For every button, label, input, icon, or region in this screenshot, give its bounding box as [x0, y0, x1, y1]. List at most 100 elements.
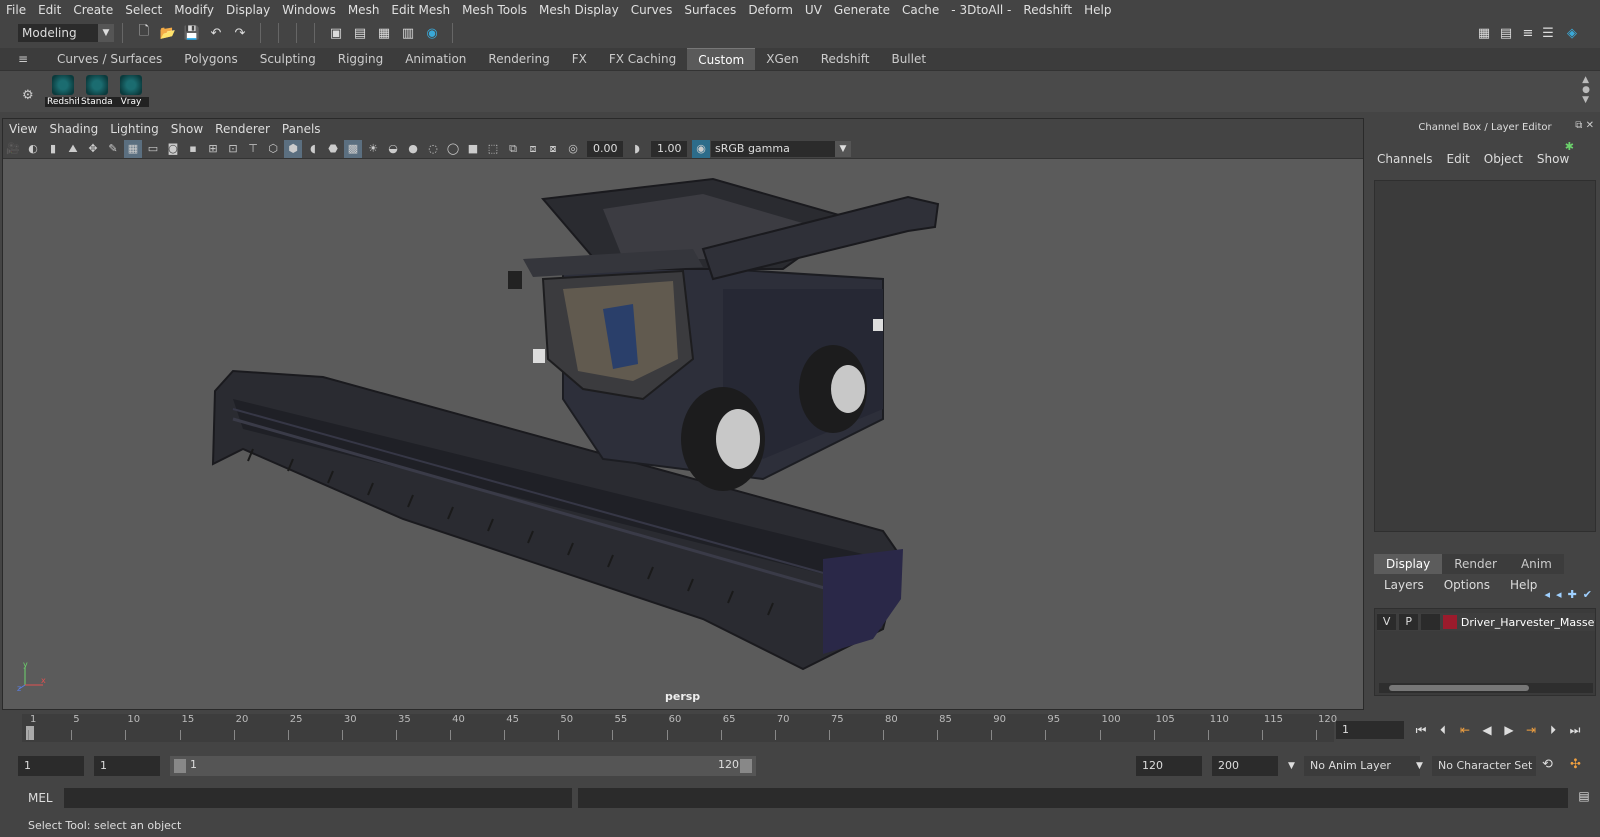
close-icon[interactable]: ✕ — [1586, 120, 1594, 131]
anim-layer-select[interactable]: No Anim Layer ▼ — [1288, 756, 1420, 776]
shelf-tab-sculpting[interactable]: Sculpting — [248, 48, 327, 70]
gear-icon[interactable]: ⚙ — [22, 88, 34, 103]
motion-blur-icon[interactable]: ◌ — [424, 140, 442, 158]
harvester-model[interactable] — [3, 159, 1363, 709]
playback-end-field[interactable]: 120 — [1136, 756, 1202, 776]
shelf-tab-redshift[interactable]: Redshift — [809, 48, 881, 70]
shelf-tab-rigging[interactable]: Rigging — [326, 48, 395, 70]
exposure-icon[interactable]: ◎ — [564, 140, 582, 158]
layer-display-type[interactable] — [1421, 614, 1441, 630]
shelf-tab-custom[interactable]: Custom — [687, 48, 756, 70]
bookmark-icon[interactable]: ▮ — [44, 140, 62, 158]
shelf-tab-rendering[interactable]: Rendering — [477, 48, 561, 70]
menu-select[interactable]: Select — [119, 3, 168, 17]
channel-menu-object[interactable]: Object — [1477, 152, 1530, 166]
layer-menu-help[interactable]: Help — [1500, 576, 1547, 594]
viewport-menu-renderer[interactable]: Renderer — [209, 122, 276, 136]
safe-action-icon[interactable]: ⊡ — [224, 140, 242, 158]
play-backwards-icon[interactable]: ◀ — [1476, 720, 1498, 740]
grease-pencil-icon[interactable]: ✎ — [104, 140, 122, 158]
character-set-select[interactable]: No Character Set ▼ — [1416, 756, 1536, 776]
menu-surfaces[interactable]: Surfaces — [678, 3, 742, 17]
menu-help[interactable]: Help — [1078, 3, 1117, 17]
menu-mesh-tools[interactable]: Mesh Tools — [456, 3, 533, 17]
viewport-menu-lighting[interactable]: Lighting — [104, 122, 165, 136]
color-space-select[interactable]: sRGB gamma ▼ — [711, 140, 851, 157]
new-layer-selected-icon[interactable]: ✔ — [1583, 588, 1592, 601]
channel-box-icon[interactable]: ◈ — [1562, 23, 1582, 43]
shadows-icon[interactable]: ◒ — [384, 140, 402, 158]
gate-mask-icon[interactable]: ▪ — [184, 140, 202, 158]
viewport-panel[interactable]: View Shading Lighting Show Renderer Panels 🎥 … — [2, 118, 1364, 710]
xray-joints-icon[interactable]: ⧈ — [524, 140, 542, 158]
animation-preferences-icon[interactable]: ✣ — [1570, 757, 1581, 772]
open-scene-icon[interactable]: 📂 — [158, 23, 178, 43]
shelf-tab-fx-caching[interactable]: FX Caching — [597, 48, 688, 70]
step-back-key-icon[interactable]: ⇤ — [1454, 720, 1476, 740]
new-layer-icon[interactable]: ✚ — [1568, 588, 1577, 601]
gamma-icon[interactable]: ◗ — [628, 140, 646, 158]
shelf-scroll-icon[interactable]: ▲ ● ▼ — [1582, 75, 1590, 105]
viewport-menu-shading[interactable]: Shading — [43, 122, 104, 136]
safe-title-icon[interactable]: ⊤ — [244, 140, 262, 158]
mel-input[interactable] — [64, 788, 572, 808]
shelf-tab-curves-surfaces[interactable]: Curves / Surfaces — [46, 48, 174, 70]
2d-pan-zoom-icon[interactable]: ✥ — [84, 140, 102, 158]
hypershade-icon[interactable]: ◉ — [422, 23, 442, 43]
axis-icon[interactable]: ✱ — [1565, 140, 1574, 153]
go-to-end-icon[interactable]: ⏭ — [1564, 720, 1586, 740]
ipr-render-icon[interactable]: ▦ — [374, 23, 394, 43]
wireframe-on-shaded-icon[interactable]: ⬣ — [324, 140, 342, 158]
use-all-lights-icon[interactable]: ☀ — [364, 140, 382, 158]
viewport-menu-panels[interactable]: Panels — [276, 122, 327, 136]
viewport-menu-view[interactable]: View — [3, 122, 43, 136]
step-back-frame-icon[interactable]: ⏴ — [1432, 720, 1454, 740]
layer-menu-options[interactable]: Options — [1434, 576, 1500, 594]
menu-display[interactable]: Display — [220, 3, 276, 17]
gamma-field[interactable]: 1.00 — [651, 140, 687, 157]
end-time-field[interactable]: 200 — [1212, 756, 1278, 776]
play-forwards-icon[interactable]: ▶ — [1498, 720, 1520, 740]
tool-settings-icon[interactable]: ▦ — [1474, 23, 1494, 43]
go-to-start-icon[interactable]: ⏮ — [1410, 720, 1432, 740]
redo-icon[interactable]: ↷ — [230, 23, 250, 43]
default-lighting-icon[interactable]: ◖ — [304, 140, 322, 158]
smooth-shade-icon[interactable]: ⬢ — [284, 139, 302, 158]
menu-3dtoall[interactable]: - 3DtoAll - — [945, 3, 1017, 17]
backface-culling-icon[interactable]: ⧇ — [544, 140, 562, 158]
menu-generate[interactable]: Generate — [828, 3, 896, 17]
step-forward-frame-icon[interactable]: ⏵ — [1542, 720, 1564, 740]
scrollbar-thumb[interactable] — [1389, 685, 1529, 691]
shelf-menu-icon[interactable]: ≡ — [0, 48, 46, 70]
menu-file[interactable]: File — [0, 3, 32, 17]
menu-windows[interactable]: Windows — [276, 3, 342, 17]
menu-create[interactable]: Create — [67, 3, 119, 17]
playback-start-field[interactable]: 1 — [94, 756, 160, 776]
shelf-tab-xgen[interactable]: XGen — [755, 48, 810, 70]
channel-menu-channels[interactable]: Channels — [1370, 152, 1440, 166]
new-scene-icon[interactable]: 🗋 — [134, 23, 154, 43]
color-management-icon[interactable]: ◉ — [692, 139, 710, 158]
time-slider[interactable]: 1 5 10 15 20 25 30 35 40 45 50 55 60 65 70 75 80 85 90 95 10… — [22, 714, 1337, 742]
render-view-icon[interactable]: ▣ — [326, 23, 346, 43]
menu-cache[interactable]: Cache — [896, 3, 945, 17]
layer-menu-layers[interactable]: Layers — [1374, 576, 1434, 594]
modeling-toolkit-icon[interactable]: ≡ — [1518, 23, 1538, 43]
menu-redshift[interactable]: Redshift — [1017, 3, 1078, 17]
render-frame-icon[interactable]: ▤ — [350, 23, 370, 43]
range-slider[interactable]: 1 120 — [170, 756, 756, 776]
layer-tab-anim[interactable]: Anim — [1508, 554, 1564, 574]
layer-tab-render[interactable]: Render — [1442, 554, 1509, 574]
xray-icon[interactable]: ⧉ — [504, 140, 522, 158]
channel-menu-show[interactable]: Show — [1530, 152, 1576, 166]
film-gate-icon[interactable]: ▭ — [144, 140, 162, 158]
mode-selector[interactable]: Modeling ▼ — [18, 24, 114, 42]
layer-row[interactable]: V P Driver_Harvester_Massey — [1377, 613, 1595, 631]
menu-edit[interactable]: Edit — [32, 3, 67, 17]
menu-edit-mesh[interactable]: Edit Mesh — [385, 3, 456, 17]
menu-uv[interactable]: UV — [799, 3, 828, 17]
menu-mesh-display[interactable]: Mesh Display — [533, 3, 625, 17]
menu-curves[interactable]: Curves — [625, 3, 679, 17]
screen-space-ao-icon[interactable]: ● — [404, 140, 422, 158]
start-time-field[interactable]: 1 — [18, 756, 84, 776]
